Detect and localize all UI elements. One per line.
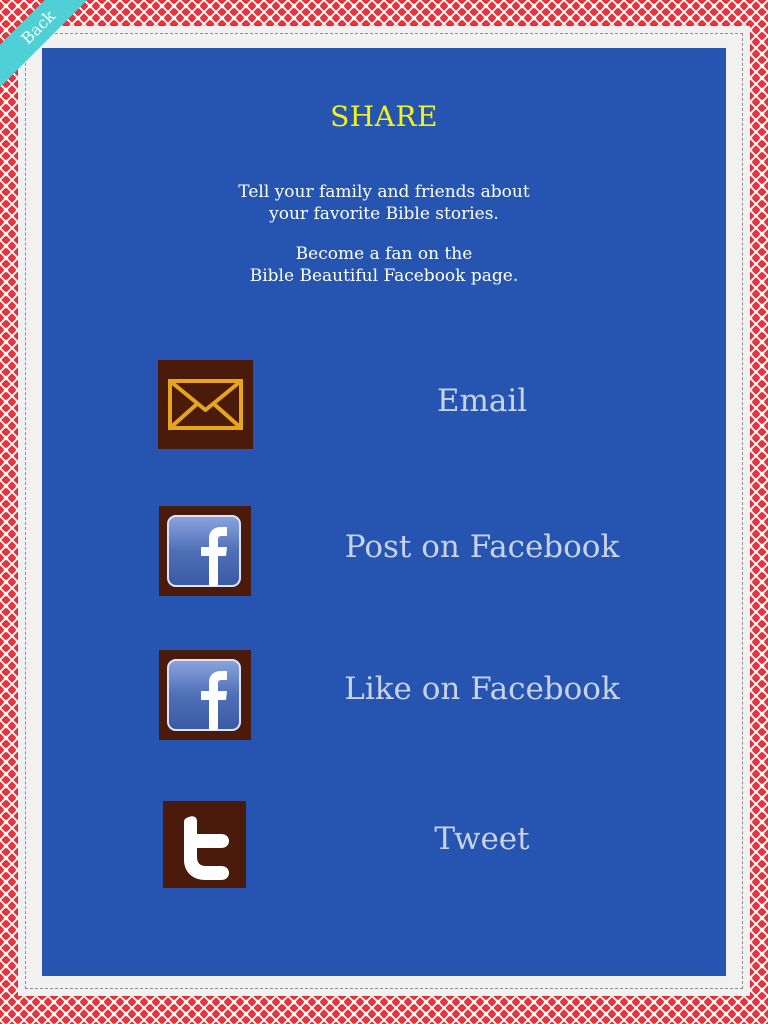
facebook-icon[interactable] [159, 650, 251, 740]
facebook-fan-text: Become a fan on the Bible Beautiful Face… [42, 243, 726, 287]
intro-line-2: your favorite Bible stories. [269, 204, 499, 224]
like-facebook-label[interactable]: Like on Facebook [342, 671, 622, 707]
envelope-icon[interactable] [158, 360, 253, 449]
post-facebook-label[interactable]: Post on Facebook [342, 529, 622, 565]
post-facebook-button[interactable]: Post on Facebook [42, 504, 726, 600]
intro-line-3: Become a fan on the [295, 244, 473, 264]
twitter-icon[interactable] [163, 801, 246, 888]
intro-line-4: Bible Beautiful Facebook page. [249, 266, 519, 286]
tweet-label[interactable]: Tweet [342, 821, 622, 857]
email-label[interactable]: Email [342, 383, 622, 419]
like-facebook-button[interactable]: Like on Facebook [42, 648, 726, 744]
facebook-icon[interactable] [159, 506, 251, 596]
intro-line-1: Tell your family and friends about [238, 182, 530, 202]
page-title: SHARE [330, 100, 438, 133]
tweet-button[interactable]: Tweet [42, 800, 726, 896]
share-panel: SHARE Tell your family and friends about… [42, 48, 726, 976]
intro-text: Tell your family and friends about your … [42, 181, 726, 225]
email-share-button[interactable]: Email [42, 358, 726, 454]
